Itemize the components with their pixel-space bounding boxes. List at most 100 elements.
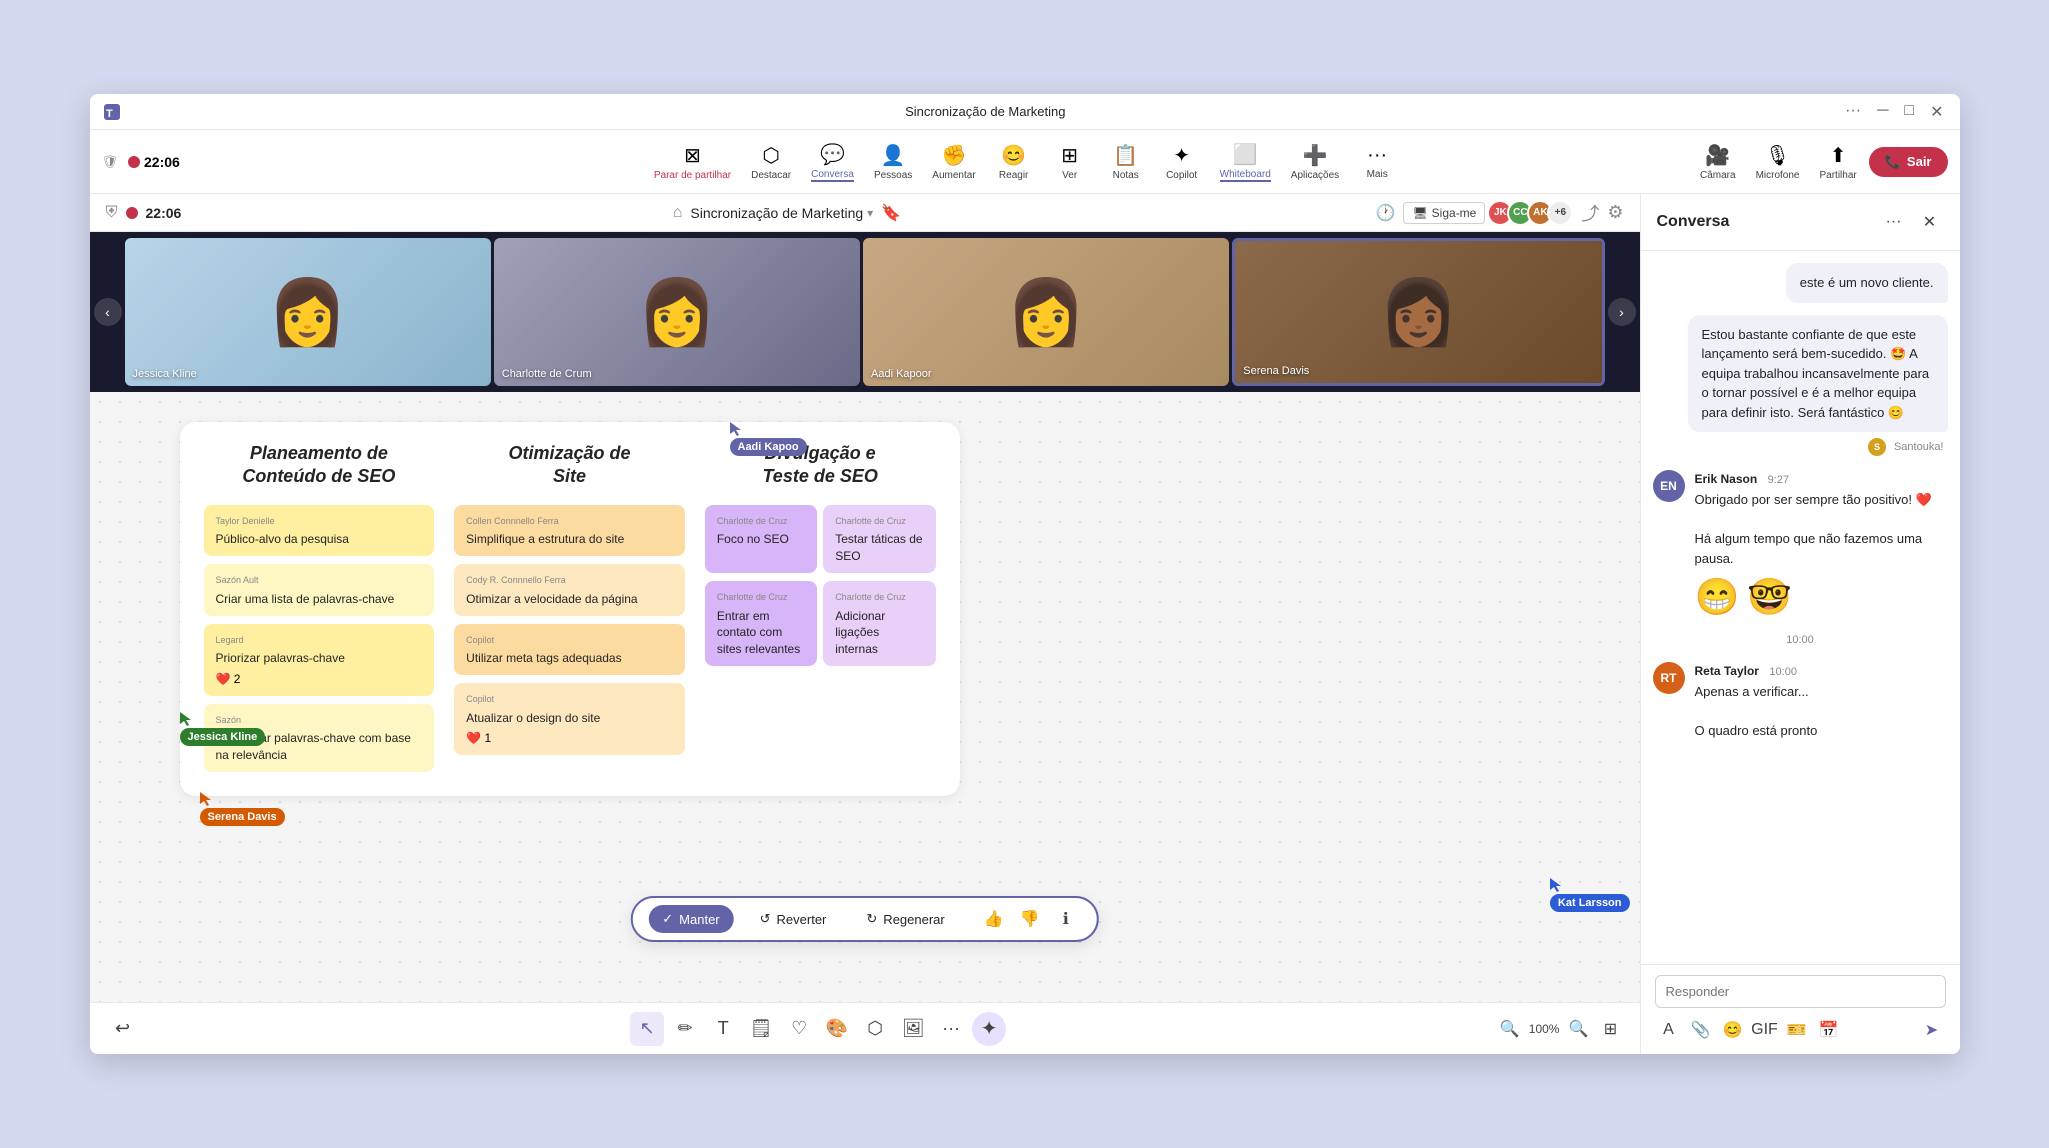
zoom-in-button[interactable]: 🔍 <box>1565 1016 1591 1042</box>
more-icon[interactable]: ··· <box>1841 102 1865 122</box>
maximize-icon[interactable]: □ <box>1900 102 1918 122</box>
window-controls[interactable]: ··· ─ □ ✕ <box>1841 102 1947 122</box>
select-tool[interactable]: ↖ <box>630 1012 664 1046</box>
reply-format-button[interactable]: A <box>1655 1016 1683 1044</box>
reply-schedule-button[interactable]: 📅 <box>1815 1016 1843 1044</box>
revert-button[interactable]: ↺ Reverter <box>746 905 841 933</box>
panel-close-button[interactable]: ✕ <box>1916 208 1944 236</box>
copilot-button[interactable]: ✦ Copilot <box>1156 139 1208 185</box>
erik-text: Obrigado por ser sempre tão positivo! ❤️… <box>1695 490 1948 568</box>
erik-emojis: 😁 🤓 <box>1695 576 1948 618</box>
pen-tool[interactable]: ✏ <box>668 1012 702 1046</box>
close-icon[interactable]: ✕ <box>1926 102 1947 122</box>
stop-share-button[interactable]: ⊠ Parar de partilhar <box>646 139 739 185</box>
card-meta-tags: Copilot Utilizar meta tags adequadas <box>454 624 685 675</box>
reply-attach-button[interactable]: 📎 <box>1687 1016 1715 1044</box>
zoom-out-button[interactable]: 🔍 <box>1497 1016 1523 1042</box>
apps-button[interactable]: ➕ Aplicações <box>1283 139 1347 185</box>
col2-cards: Collen Connnello Ferra Simplifique a est… <box>454 505 685 755</box>
msg-text-2: Estou bastante confiante de que este lan… <box>1702 327 1930 420</box>
thumbs-up-button[interactable]: 👍 <box>979 904 1009 934</box>
whiteboard-button[interactable]: ⬜ Whiteboard <box>1212 138 1279 186</box>
jessica-name: Jessica Kline <box>133 368 197 380</box>
reply-emoji-button[interactable]: 😊 <box>1719 1016 1747 1044</box>
card-meta: Cody R. Connnello Ferra <box>466 574 673 587</box>
aadi-avatar: 👩 <box>1006 275 1086 350</box>
canvas-area[interactable]: Planeamento deConteúdo de SEO Taylor Den… <box>90 392 1640 1002</box>
raise-button[interactable]: ✊ Aumentar <box>924 139 983 185</box>
card-meta: Collen Connnello Ferra <box>466 515 673 528</box>
mic-button[interactable]: 🎙 Microfone <box>1748 139 1808 185</box>
shape-tool[interactable]: ⬡ <box>858 1012 892 1046</box>
reta-sender: Reta Taylor <box>1695 664 1759 678</box>
undo-button[interactable]: ↩ <box>106 1012 140 1046</box>
highlight-button[interactable]: ⬡ Destacar <box>743 139 799 185</box>
panel-more-button[interactable]: ··· <box>1880 208 1908 236</box>
card-meta: Taylor Denielle <box>216 515 423 528</box>
card-text: Entrar em contato com sites relevantes <box>717 608 805 658</box>
panel-header: Conversa ··· ✕ <box>1641 194 1960 251</box>
view-button[interactable]: ⊞ Ver <box>1044 139 1096 185</box>
participant-avatars: JK CC AK +6 <box>1493 200 1573 226</box>
camera-button[interactable]: 🎥 Câmara <box>1692 139 1744 185</box>
follow-me-button[interactable]: 🖥 Siga-me <box>1403 202 1485 224</box>
highlight-icon: ⬡ <box>762 143 779 168</box>
leave-button[interactable]: 📞 Sair <box>1869 147 1948 177</box>
bottom-left-tools: ↩ <box>106 1012 140 1046</box>
sticky-note-tool[interactable]: 🗒 <box>744 1012 778 1046</box>
minimize-icon[interactable]: ─ <box>1873 102 1892 122</box>
share-button[interactable]: ⬆ Partilhar <box>1811 139 1864 185</box>
video-prev[interactable]: ‹ <box>94 298 122 326</box>
text-tool[interactable]: T <box>706 1012 740 1046</box>
video-next[interactable]: › <box>1608 298 1636 326</box>
people-button[interactable]: 👤 Pessoas <box>866 139 920 185</box>
zoom-control: 🔍 100% 🔍 ⊞ <box>1497 1016 1624 1042</box>
chevron-down-icon[interactable]: ▾ <box>867 206 873 220</box>
serena-name: Serena Davis <box>1243 365 1309 377</box>
card-meta: Charlotte de Cruz <box>835 515 923 528</box>
heart-tool[interactable]: ♡ <box>782 1012 816 1046</box>
image-tool[interactable]: 🖼 <box>896 1012 930 1046</box>
more-tools-button[interactable]: ··· <box>934 1012 968 1046</box>
settings-icon[interactable]: ⚙ <box>1607 202 1623 223</box>
col2-title: Otimização deSite <box>454 442 685 489</box>
msg-right-2: Estou bastante confiante de que este lan… <box>1653 315 1948 459</box>
people-icon: 👤 <box>881 143 906 168</box>
video-bg-jessica: 👩 <box>125 238 491 386</box>
recording-bar: ⛨ 22:06 ⌂ Sincronização de Marketing ▾ 🔖… <box>90 194 1640 232</box>
copilot-fab[interactable]: ✦ <box>972 1012 1006 1046</box>
recording-time: 22:06 <box>144 154 180 170</box>
card-lista: Sazón Ault Criar uma lista de palavras-c… <box>204 564 435 615</box>
react-button[interactable]: 😊 Reagir <box>988 139 1040 185</box>
reply-gif-button[interactable]: GIF <box>1751 1016 1779 1044</box>
reply-sticker-button[interactable]: 🎫 <box>1783 1016 1811 1044</box>
more-button[interactable]: ··· Mais <box>1351 140 1403 184</box>
raise-icon: ✊ <box>942 143 967 168</box>
reply-input[interactable] <box>1655 975 1946 1008</box>
ai-actions-bar: ✓ Manter ↺ Reverter ↻ Regenerar 👍 👎 <box>630 896 1098 942</box>
info-button[interactable]: ℹ <box>1051 904 1081 934</box>
home-icon[interactable]: ⌂ <box>673 204 683 222</box>
meeting-title: Sincronização de Marketing ▾ <box>690 205 873 221</box>
regenerate-button[interactable]: ↻ Regenerar <box>852 905 958 933</box>
bookmark-icon[interactable]: 🔖 <box>881 203 901 223</box>
share-meeting-icon[interactable]: ⤴ <box>1581 200 1599 226</box>
chat-button[interactable]: 💬 Conversa <box>803 138 862 186</box>
keep-button[interactable]: ✓ Manter <box>648 905 733 933</box>
reply-area: A 📎 😊 GIF 🎫 📅 ➤ <box>1641 964 1960 1054</box>
reply-send-button[interactable]: ➤ <box>1918 1016 1946 1044</box>
msg-reta: RT Reta Taylor 10:00 Apenas a verificar.… <box>1653 662 1948 741</box>
card-text: Simplifique a estrutura do site <box>466 531 673 548</box>
more-icon: ··· <box>1367 144 1387 167</box>
camera-icon: 🎥 <box>1705 143 1730 168</box>
react-icon: 😊 <box>1001 143 1026 168</box>
meeting-nav: ⌂ Sincronização de Marketing ▾ 🔖 <box>206 203 1367 223</box>
color-tool[interactable]: 🎨 <box>820 1012 854 1046</box>
fit-button[interactable]: ⊞ <box>1597 1016 1623 1042</box>
notes-button[interactable]: 📋 Notas <box>1100 139 1152 185</box>
shield-icon: ⛨ <box>106 204 118 222</box>
more-avatars[interactable]: +6 <box>1547 200 1573 226</box>
kanban-col-seo-test: Divulgação eTeste de SEO Charlotte de Cr… <box>705 442 936 772</box>
thumbs-down-button[interactable]: 👎 <box>1015 904 1045 934</box>
svg-text:T: T <box>106 108 113 120</box>
